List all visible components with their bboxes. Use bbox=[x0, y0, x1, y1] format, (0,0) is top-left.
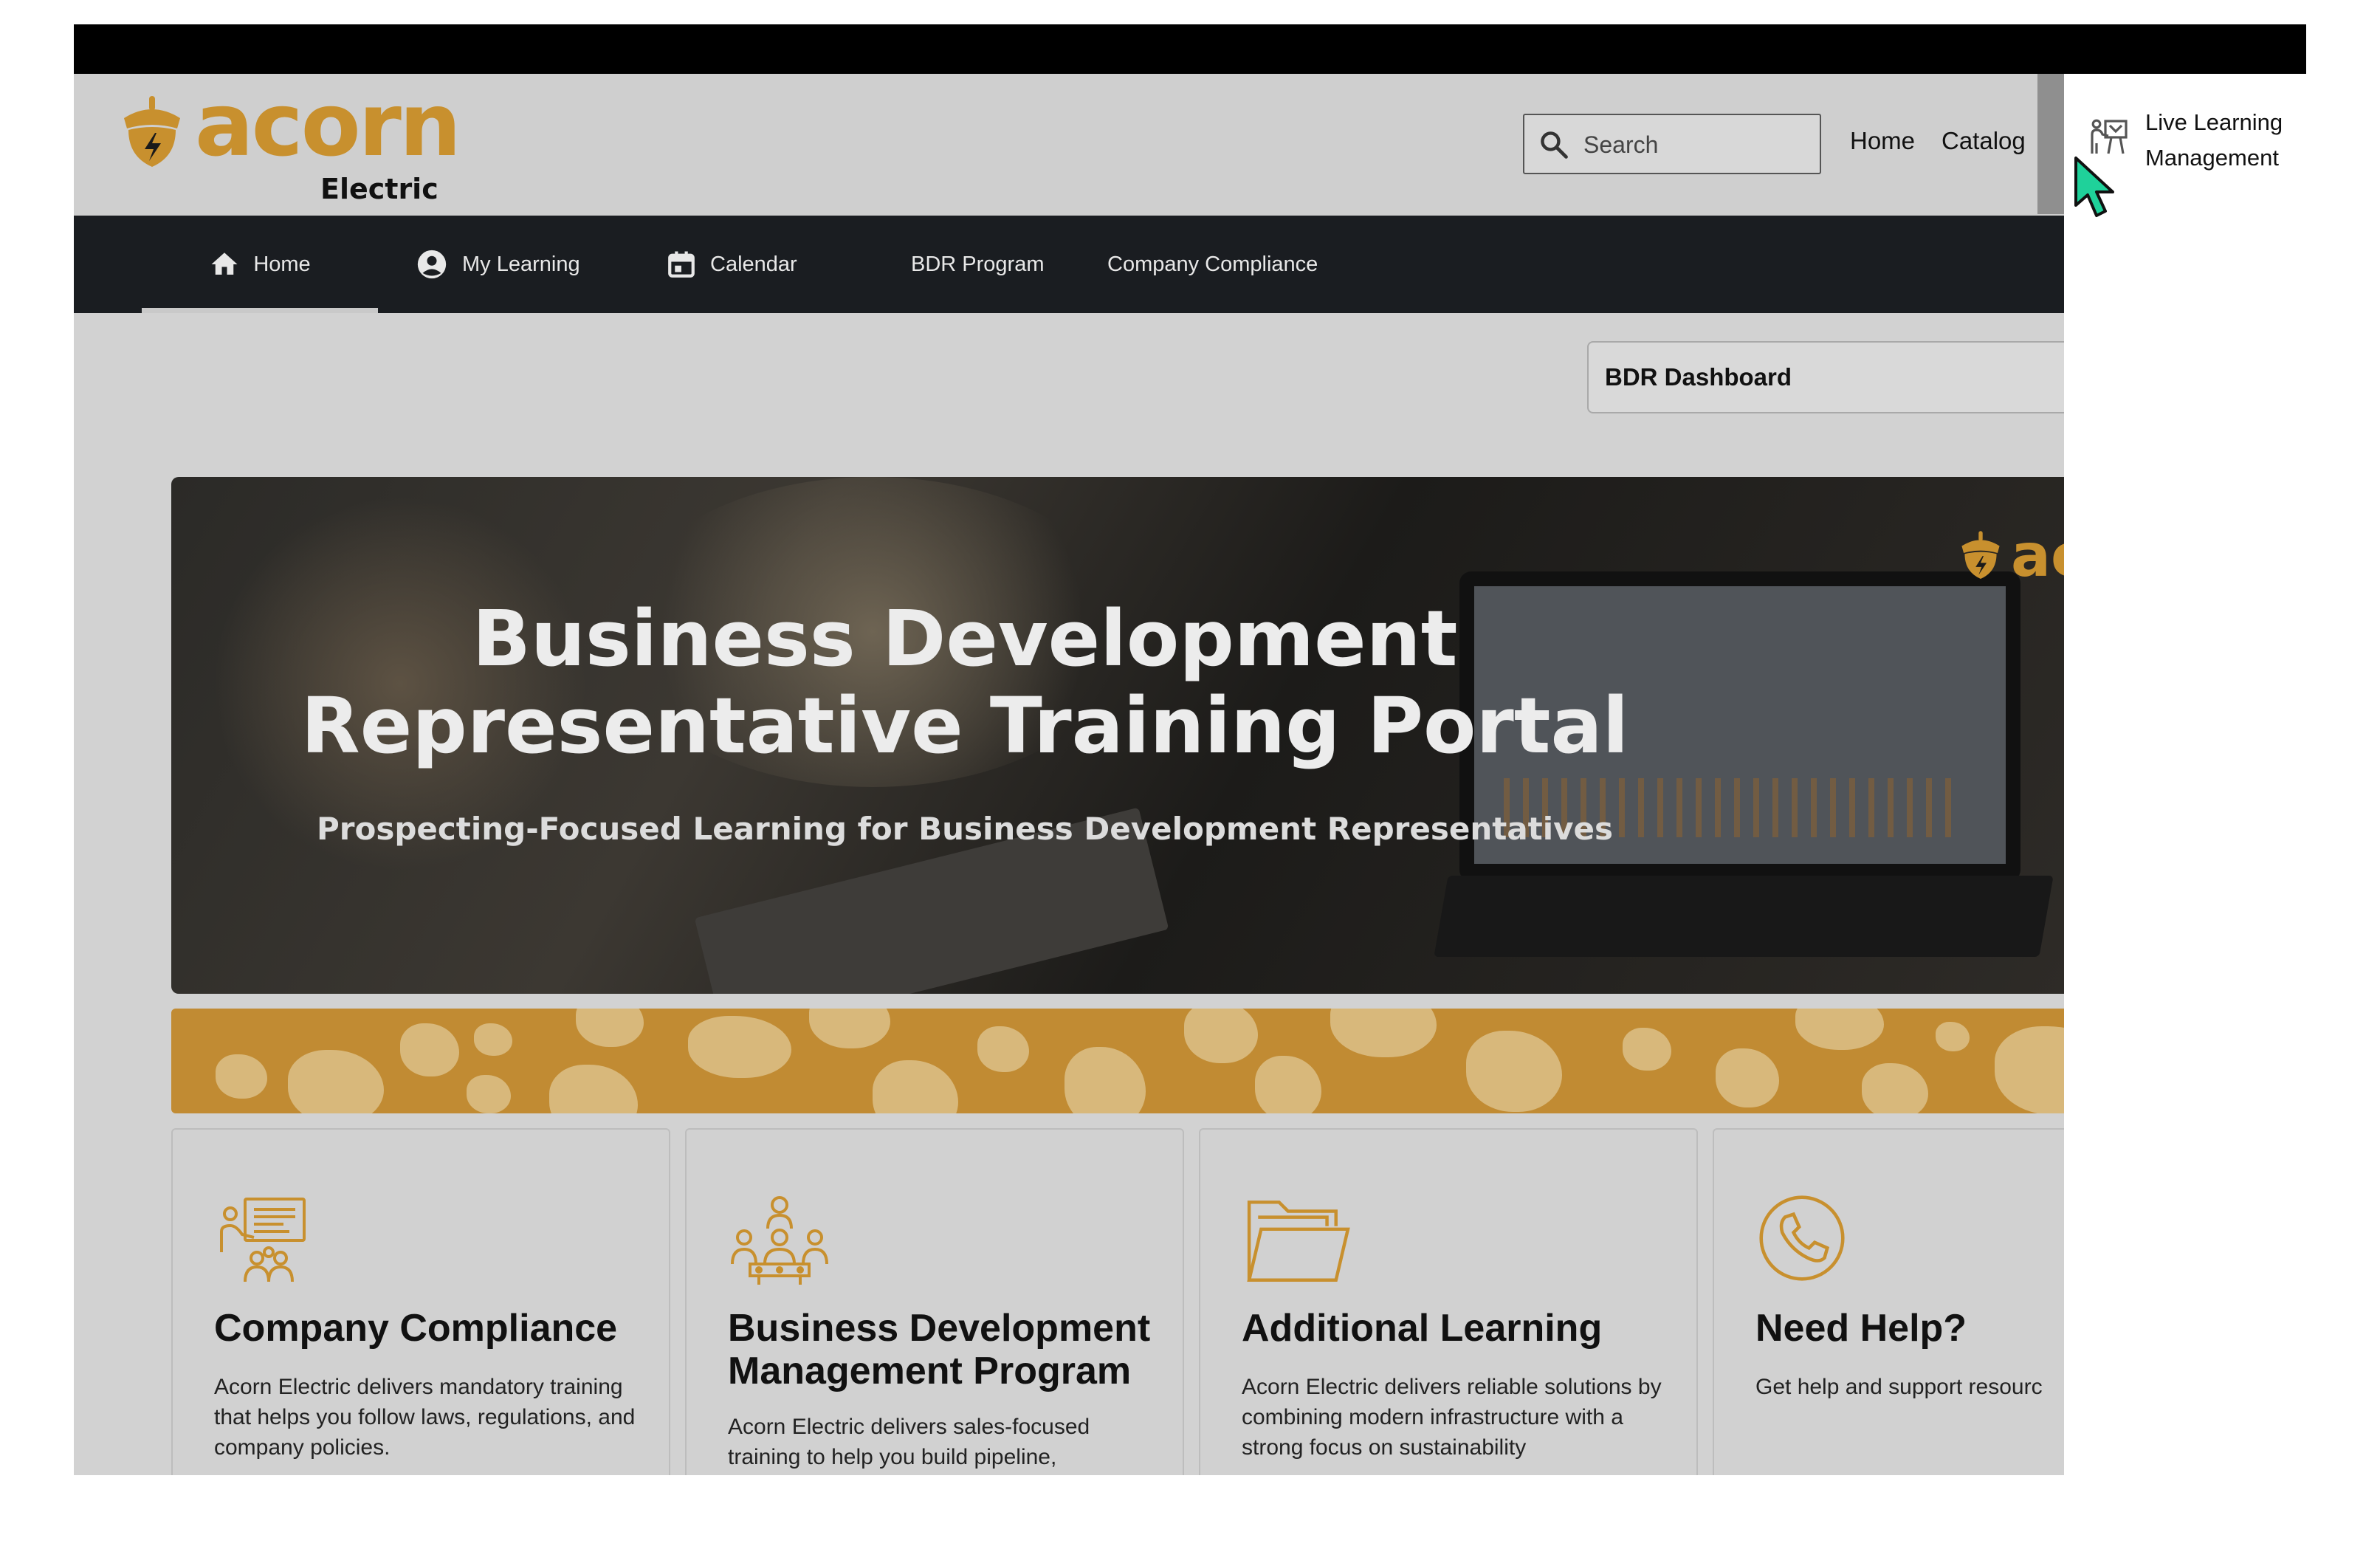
logo-subtitle: Electric bbox=[320, 173, 438, 205]
pattern-blob bbox=[288, 1050, 384, 1113]
header-scroll-edge bbox=[2037, 74, 2064, 214]
pattern-blob bbox=[1936, 1022, 1970, 1051]
nav-tab-label: Company Compliance bbox=[1107, 252, 1318, 276]
account-circle-icon bbox=[417, 250, 447, 279]
card-title: Need Help? bbox=[1755, 1307, 1967, 1350]
pattern-blob bbox=[467, 1075, 511, 1113]
hero-logo: ac bbox=[1958, 521, 2064, 590]
hero-keyboard-image bbox=[1434, 876, 2054, 957]
pattern-blob bbox=[1065, 1047, 1146, 1113]
card-business-development[interactable]: Business Development Management Program … bbox=[685, 1128, 1184, 1475]
nav-tab-company-compliance[interactable]: Company Compliance bbox=[1107, 216, 1318, 313]
hero-logo-word: ac bbox=[2011, 521, 2064, 590]
card-company-compliance[interactable]: Company Compliance Acorn Electric delive… bbox=[171, 1128, 670, 1475]
pattern-blob bbox=[1795, 1009, 1884, 1050]
home-icon bbox=[211, 253, 238, 275]
pattern-blob bbox=[1184, 1009, 1258, 1063]
hero-banner: ac Business Development Representative T… bbox=[171, 477, 2064, 994]
nav-tab-my-learning[interactable]: My Learning bbox=[415, 216, 580, 313]
card-text: Get help and support resourc bbox=[1755, 1375, 2043, 1399]
pattern-blob bbox=[549, 1065, 638, 1113]
pattern-blob bbox=[474, 1023, 512, 1056]
card-text: Acorn Electric delivers mandatory traini… bbox=[214, 1375, 636, 1460]
nav-tab-label: Home bbox=[253, 252, 311, 276]
card-text: Acorn Electric delivers reliable solutio… bbox=[1242, 1375, 1662, 1460]
pattern-blob bbox=[400, 1023, 459, 1076]
card-text: Acorn Electric delivers sales-focused tr… bbox=[728, 1415, 1090, 1469]
nav-tab-label: My Learning bbox=[462, 252, 580, 276]
acorn-logo[interactable]: acorn Electric bbox=[118, 81, 461, 205]
nav-tab-calendar[interactable]: Calendar bbox=[666, 216, 797, 313]
pattern-blob bbox=[1330, 1009, 1437, 1057]
calendar-icon bbox=[668, 251, 695, 278]
pattern-blob bbox=[216, 1054, 267, 1099]
pattern-blob bbox=[873, 1060, 958, 1113]
logo-wordmark: acorn bbox=[195, 74, 461, 176]
card-need-help[interactable]: Need Help? Get help and support resourc bbox=[1713, 1128, 2064, 1475]
card-additional-learning[interactable]: Additional Learning Acorn Electric deliv… bbox=[1199, 1128, 1698, 1475]
acorn-icon bbox=[124, 96, 180, 167]
nav-tab-label: BDR Program bbox=[911, 252, 1045, 276]
team-meeting-icon bbox=[731, 1196, 828, 1285]
pattern-blob bbox=[1995, 1026, 2064, 1113]
pattern-blob bbox=[1716, 1048, 1779, 1107]
acorn-icon bbox=[1961, 530, 2000, 579]
dashboard-select[interactable]: BDR Dashboard bbox=[1587, 341, 2064, 413]
presentation-icon bbox=[220, 1198, 306, 1282]
search-input[interactable] bbox=[1582, 124, 1806, 165]
site-header: acorn Electric Home Catalog A bbox=[74, 74, 2064, 216]
folder-icon bbox=[1247, 1201, 1350, 1282]
card-title: Additional Learning bbox=[1242, 1307, 1603, 1350]
pattern-blob bbox=[1862, 1063, 1928, 1113]
pattern-blob bbox=[688, 1016, 791, 1078]
pattern-blob bbox=[1466, 1031, 1562, 1112]
card-title: Business Development Management Program bbox=[728, 1307, 1151, 1392]
pattern-blob bbox=[977, 1026, 1029, 1072]
hero-subtitle: Prospecting-Focused Learning for Busines… bbox=[316, 811, 1614, 847]
mouse-cursor-icon bbox=[2074, 157, 2114, 217]
dashboard-select-value: BDR Dashboard bbox=[1605, 363, 1792, 391]
decorative-pattern-band bbox=[171, 1009, 2064, 1113]
phone-icon bbox=[1759, 1195, 1845, 1281]
nav-tab-label: Calendar bbox=[710, 252, 797, 276]
pattern-blob bbox=[576, 1009, 644, 1047]
pattern-blob bbox=[1623, 1028, 1671, 1071]
main-nav: Home My Learning Calendar BDR Program Co… bbox=[74, 216, 2064, 313]
hero-title: Business Development Representative Trai… bbox=[300, 594, 1629, 771]
presenter-icon bbox=[2091, 119, 2128, 154]
card-title: Company Compliance bbox=[214, 1307, 618, 1350]
nav-tab-bdr-program[interactable]: BDR Program bbox=[911, 216, 1045, 313]
nav-tab-home[interactable]: Home bbox=[142, 216, 378, 313]
search-icon bbox=[1541, 131, 1568, 159]
header-link-catalog[interactable]: Catalog bbox=[1942, 127, 2026, 155]
live-learning-label: Live Learning Management bbox=[2145, 109, 2283, 171]
app-window: acorn Electric Home Catalog A Home My Le… bbox=[74, 74, 2064, 1475]
header-link-home[interactable]: Home bbox=[1850, 127, 1915, 155]
pattern-blob bbox=[809, 1009, 890, 1048]
pattern-blob bbox=[1255, 1056, 1321, 1113]
search-box[interactable] bbox=[1523, 114, 1821, 174]
window-top-bar bbox=[74, 24, 2306, 74]
